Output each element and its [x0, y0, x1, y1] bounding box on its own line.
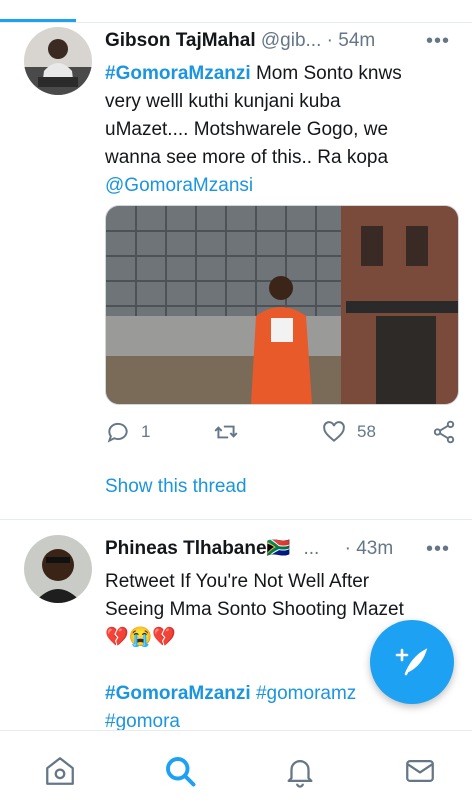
retweet-icon: [214, 425, 238, 439]
hashtag-link[interactable]: #GomoraMzanzi: [105, 683, 251, 704]
tweet-time[interactable]: 54m: [338, 30, 375, 51]
notifications-icon: [287, 760, 313, 788]
compose-tweet-icon: [395, 648, 428, 676]
reply-icon: [107, 422, 128, 443]
more-options-icon[interactable]: •••: [426, 536, 450, 562]
time-separator: ·: [326, 30, 333, 51]
like-button[interactable]: 58: [321, 417, 376, 447]
tweet-photo[interactable]: [105, 205, 459, 405]
tweet-text: #GomoraMzanzi Mom Sonto knws very welll …: [105, 60, 456, 200]
search-icon: [166, 757, 196, 787]
like-icon: [323, 421, 345, 442]
flag-emoji: 🇿🇦: [266, 538, 291, 559]
author-handle[interactable]: @gib...: [261, 30, 321, 51]
tweet-gibson[interactable]: Gibson TajMahal @gib... · 54m ••• #Gomor…: [0, 0, 472, 520]
hashtag-link[interactable]: #GomoraMzanzi: [105, 63, 251, 84]
mention-link[interactable]: @GomoraMzansi: [105, 175, 253, 196]
avatar[interactable]: [24, 27, 92, 95]
reply-count: 1: [141, 422, 151, 441]
compose-tweet-button[interactable]: [370, 620, 454, 704]
bottom-nav: [0, 730, 472, 810]
nav-notifications[interactable]: [280, 751, 320, 791]
author-handle[interactable]: ...: [304, 538, 320, 559]
tweet-time[interactable]: 43m: [356, 538, 393, 559]
time-separator: ·: [344, 538, 351, 559]
author-name[interactable]: Gibson TajMahal: [105, 30, 256, 51]
show-thread-link[interactable]: Show this thread: [105, 476, 247, 498]
nav-search[interactable]: [160, 751, 200, 791]
home-icon: [46, 757, 74, 785]
more-options-icon[interactable]: •••: [426, 28, 450, 54]
hashtag-link[interactable]: #gomoramz: [256, 683, 356, 704]
tweet-text-line: Retweet If You're Not Well After: [105, 571, 370, 592]
share-button[interactable]: [431, 417, 457, 447]
author-name[interactable]: Phineas Tlhabane: [105, 538, 267, 559]
like-count: 58: [357, 422, 376, 441]
avatar[interactable]: [24, 535, 92, 603]
nav-home[interactable]: [40, 751, 80, 791]
retweet-button[interactable]: [213, 417, 239, 447]
reply-button[interactable]: 1: [105, 417, 150, 447]
tweet-actions: 1 58: [105, 417, 457, 447]
tweet-text-line: very welll kuthi kunjani kuba: [105, 91, 341, 112]
tweet-text-line: uMazet.... Motshwarele Gogo, we: [105, 119, 389, 140]
share-icon: [433, 420, 455, 444]
tweet-text-line: wanna see more of this.. Ra kopa: [105, 147, 389, 168]
nav-messages[interactable]: [400, 751, 440, 791]
tweet-text-segment: Mom Sonto knws: [250, 63, 402, 84]
messages-icon: [406, 759, 434, 783]
hashtag-link[interactable]: #gomora: [105, 711, 180, 732]
